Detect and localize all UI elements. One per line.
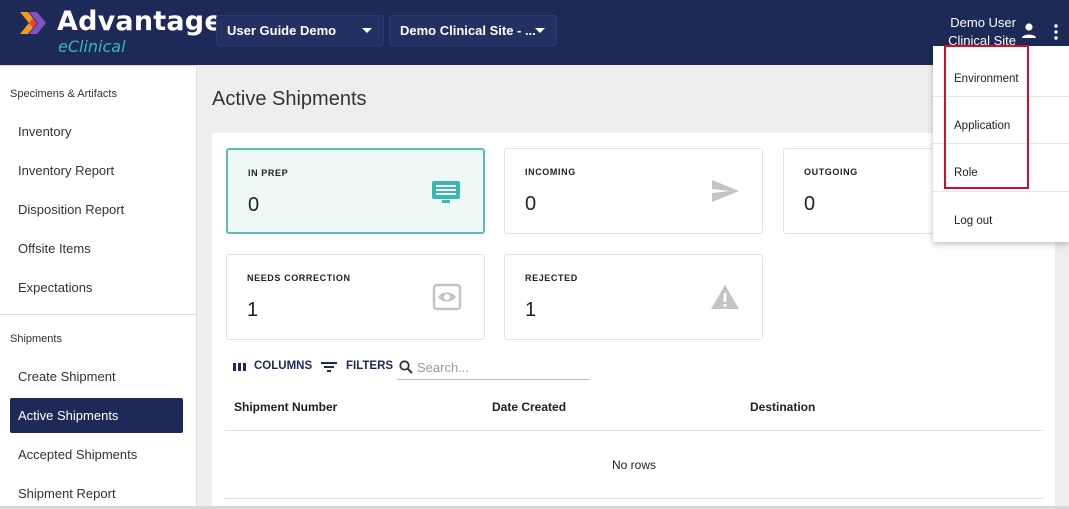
monitor-list-icon <box>432 181 460 203</box>
more-vertical-icon[interactable] <box>1049 22 1063 42</box>
page-title: Active Shipments <box>212 88 367 110</box>
sidebar-nav: Specimens & Artifacts Inventory Inventor… <box>0 65 197 509</box>
sidebar-item-expectations[interactable]: Expectations <box>10 270 183 305</box>
eye-icon <box>432 283 462 311</box>
sidebar-item-shipment-report[interactable]: Shipment Report <box>10 476 183 509</box>
empty-table-message: No rows <box>611 458 656 472</box>
search-box <box>397 356 590 380</box>
top-app-bar: Advantage eClinical User Guide Demo Demo… <box>0 0 1069 65</box>
sidebar-section-title: Specimens & Artifacts <box>10 88 117 100</box>
sidebar-item-accepted-shipments[interactable]: Accepted Shipments <box>10 437 183 472</box>
site-select[interactable]: Demo Clinical Site - ... <box>389 15 557 46</box>
warning-icon <box>711 285 739 309</box>
card-count: 1 <box>247 299 259 321</box>
user-name: Demo User <box>950 15 1016 30</box>
logo-subtitle: eClinical <box>58 37 126 56</box>
caret-down-icon <box>362 28 372 33</box>
status-card-rejected[interactable]: REJECTED 1 <box>504 254 763 340</box>
column-header-destination[interactable]: Destination <box>750 400 815 414</box>
table-divider <box>225 498 1043 499</box>
filters-button[interactable]: FILTERS <box>346 360 393 372</box>
sidebar-item-create-shipment[interactable]: Create Shipment <box>10 359 183 394</box>
status-card-needs-correction[interactable]: NEEDS CORRECTION 1 <box>226 254 485 340</box>
logo-chevrons-icon <box>20 12 46 34</box>
card-label: INCOMING <box>525 167 576 177</box>
caret-down-icon <box>535 28 545 33</box>
column-header-date-created[interactable]: Date Created <box>492 400 566 414</box>
columns-icon <box>233 363 246 371</box>
sidebar-item-offsite-items[interactable]: Offsite Items <box>10 231 183 266</box>
send-icon <box>712 180 739 202</box>
sidebar-divider <box>0 314 196 315</box>
card-label: REJECTED <box>525 273 578 283</box>
menu-divider <box>933 191 1069 192</box>
account-icon[interactable] <box>1020 22 1038 40</box>
card-label: OUTGOING <box>804 167 858 177</box>
sidebar-item-active-shipments[interactable]: Active Shipments <box>10 398 183 433</box>
table-divider <box>225 430 1043 431</box>
columns-button[interactable]: COLUMNS <box>254 360 312 372</box>
card-label: IN PREP <box>248 168 289 178</box>
filter-icon <box>321 362 337 372</box>
card-count: 1 <box>525 299 537 321</box>
search-input[interactable] <box>417 357 587 377</box>
sidebar-section-title: Shipments <box>10 333 62 345</box>
highlight-box <box>944 45 1029 189</box>
status-card-incoming[interactable]: INCOMING 0 <box>504 148 763 234</box>
card-count: 0 <box>248 194 260 216</box>
search-icon <box>399 360 413 374</box>
site-select-value: Demo Clinical Site - ... <box>400 23 536 38</box>
app-logo[interactable]: Advantage eClinical <box>20 6 223 58</box>
sidebar-item-inventory-report[interactable]: Inventory Report <box>10 153 183 188</box>
sidebar-item-inventory[interactable]: Inventory <box>10 114 183 149</box>
study-select[interactable]: User Guide Demo <box>216 15 384 46</box>
card-label: NEEDS CORRECTION <box>247 273 351 283</box>
status-card-in-prep[interactable]: IN PREP 0 <box>226 148 485 234</box>
study-select-value: User Guide Demo <box>227 23 337 38</box>
card-count: 0 <box>804 193 816 215</box>
menu-item-log-out[interactable]: Log out <box>933 194 1069 241</box>
column-header-shipment-number[interactable]: Shipment Number <box>234 400 337 414</box>
sidebar-item-disposition-report[interactable]: Disposition Report <box>10 192 183 227</box>
logo-title: Advantage <box>57 6 223 37</box>
card-count: 0 <box>525 193 537 215</box>
